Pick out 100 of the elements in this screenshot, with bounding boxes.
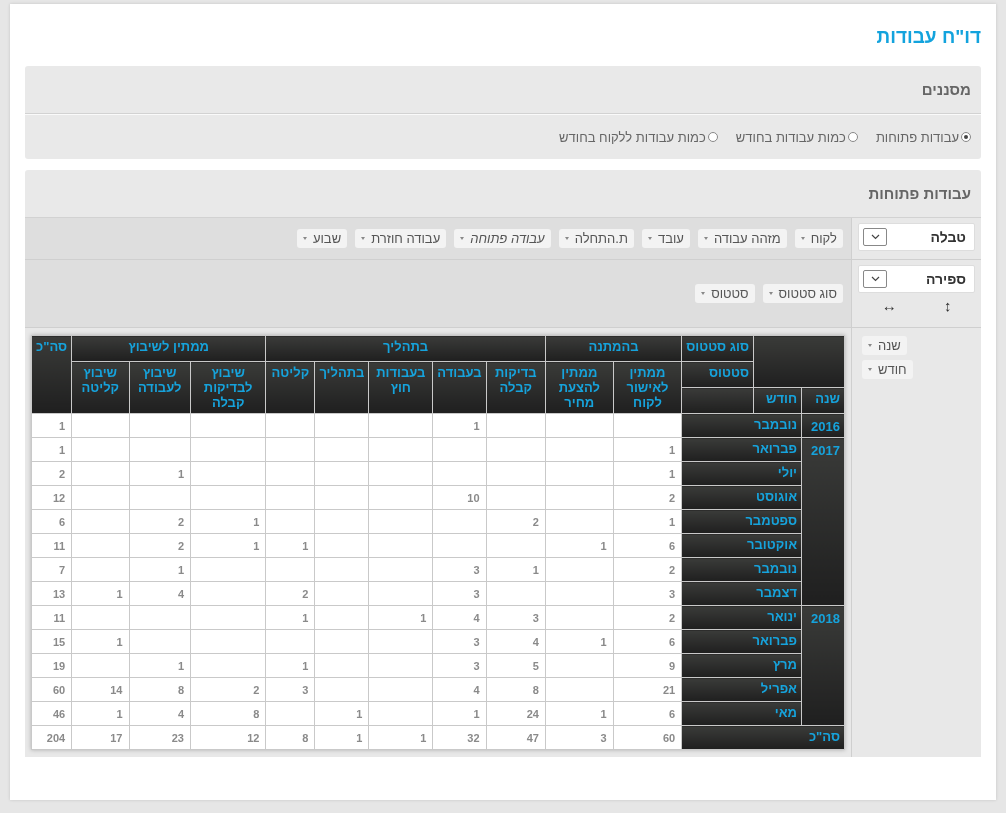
table-cell: 1 — [190, 533, 266, 558]
table-cell: 3 — [545, 725, 614, 750]
aggregator-select[interactable]: ספירה — [858, 265, 975, 293]
column-header: קליטה — [265, 361, 315, 414]
column-header: שיבוץ לעבודה — [129, 361, 191, 414]
table-cell: 3 — [613, 581, 682, 606]
table-cell: 1 — [265, 533, 315, 558]
row-header: פברואר — [681, 437, 802, 462]
table-cell: 6 — [613, 533, 682, 558]
table-cell: 1 — [129, 653, 191, 678]
column-order-toggle[interactable]: ↔ — [881, 297, 897, 314]
caret-icon — [768, 292, 773, 295]
radio-label[interactable]: כמות עבודות ללקוח בחודש — [559, 129, 706, 145]
radio-label[interactable]: כמות עבודות בחודש — [735, 129, 846, 145]
table-cell: 17 — [71, 725, 129, 750]
table-cell: 2 — [129, 533, 191, 558]
table-cell: 1 — [31, 413, 72, 438]
radio-label[interactable]: עבודות פתוחות — [875, 129, 959, 145]
table-cell: 23 — [129, 725, 191, 750]
table-cell: 24 — [486, 701, 546, 726]
field-chip[interactable]: מזהה עבודה — [697, 229, 787, 248]
field-chip[interactable]: סטטוס — [695, 284, 755, 303]
row-header: נובמבר — [681, 413, 802, 438]
table-cell: 15 — [31, 629, 72, 654]
column-header: בעבודה — [432, 361, 487, 414]
table-cell: 1 — [71, 629, 129, 654]
table-cell: 1 — [314, 725, 369, 750]
table-cell: 8 — [265, 725, 315, 750]
table-cell: 1 — [265, 605, 315, 630]
radio-button[interactable] — [961, 132, 971, 142]
table-cell: 1 — [613, 437, 682, 462]
field-chip[interactable]: שנה — [862, 336, 907, 355]
table-cell: 1 — [613, 461, 682, 486]
row-header: מאי — [681, 701, 802, 726]
column-header: ממתין להצעת מחיר — [545, 361, 614, 414]
renderer-select[interactable]: טבלה — [858, 223, 975, 251]
field-chip[interactable]: סוג סטטוס — [762, 284, 843, 303]
caret-icon — [564, 237, 569, 240]
caret-icon — [800, 237, 805, 240]
axis-label: חודש — [753, 387, 802, 414]
field-chip[interactable]: עובד — [641, 229, 690, 248]
field-chip[interactable]: עבודה פתוחה — [454, 229, 551, 248]
table-cell: 32 — [432, 725, 487, 750]
column-header: סה"כ — [31, 335, 72, 414]
caret-icon — [302, 237, 307, 240]
table-cell: 8 — [486, 677, 546, 702]
field-chip[interactable]: ת.התחלה — [558, 229, 634, 248]
field-chip[interactable]: שבוע — [296, 229, 348, 248]
row-order-toggle[interactable]: ↕ — [943, 297, 952, 314]
row-header: אוקטובר — [681, 533, 802, 558]
table-cell: 19 — [31, 653, 72, 678]
row-header: יולי — [681, 461, 802, 486]
table-cell: 1 — [129, 461, 191, 486]
table-cell: 1 — [545, 701, 614, 726]
table-cell: 1 — [432, 413, 487, 438]
dropdown-button[interactable] — [863, 228, 887, 246]
table-cell: 1 — [486, 557, 546, 582]
chevron-down-icon — [870, 234, 880, 240]
table-cell: 6 — [31, 509, 72, 534]
table-cell: 3 — [486, 605, 546, 630]
dropdown-button[interactable] — [863, 270, 887, 288]
table-cell: 3 — [432, 653, 487, 678]
table-cell: 60 — [31, 677, 72, 702]
axis-label: שנה — [801, 387, 845, 414]
table-cell: 1 — [31, 437, 72, 462]
field-chip[interactable]: לקוח — [794, 229, 843, 248]
table-cell: 2 — [265, 581, 315, 606]
row-header: אוגוסט — [681, 485, 802, 510]
table-cell: 2 — [31, 461, 72, 486]
table-cell: 1 — [190, 509, 266, 534]
table-cell: 1 — [314, 701, 369, 726]
radio-button[interactable] — [847, 132, 858, 142]
column-group-header: ממתין לשיבוץ — [71, 335, 266, 362]
row-header: נובמבר — [681, 557, 802, 582]
row-header: פברואר — [681, 629, 802, 654]
table-cell: 4 — [129, 701, 191, 726]
panel-title: מסננים — [921, 81, 971, 98]
table-cell: 4 — [486, 629, 546, 654]
table-cell: 21 — [613, 677, 682, 702]
table-cell: 3 — [432, 557, 487, 582]
column-header: בדיקות קבלה — [486, 361, 546, 414]
radio-button[interactable] — [707, 132, 718, 142]
table-cell: 11 — [31, 533, 72, 558]
caret-icon — [868, 344, 872, 347]
table-cell: 12 — [31, 485, 72, 510]
field-chip[interactable]: חודש — [862, 360, 913, 379]
table-cell: 2 — [190, 677, 266, 702]
row-header: מרץ — [681, 653, 802, 678]
column-header: שיבוץ לבדיקות קבלה — [190, 361, 266, 414]
table-cell: 1 — [368, 605, 433, 630]
field-chip[interactable]: עבודה חוזרת — [355, 229, 447, 248]
table-cell: 2 — [613, 605, 682, 630]
column-header: שיבוץ קליטה — [71, 361, 129, 414]
table-cell: 12 — [190, 725, 266, 750]
table-cell: 2 — [613, 485, 682, 510]
table-cell: 8 — [190, 701, 266, 726]
chevron-down-icon — [870, 276, 880, 282]
table-cell: 204 — [31, 725, 72, 750]
panel-title: עבודות פתוחות — [868, 185, 971, 202]
table-cell: 4 — [432, 605, 487, 630]
